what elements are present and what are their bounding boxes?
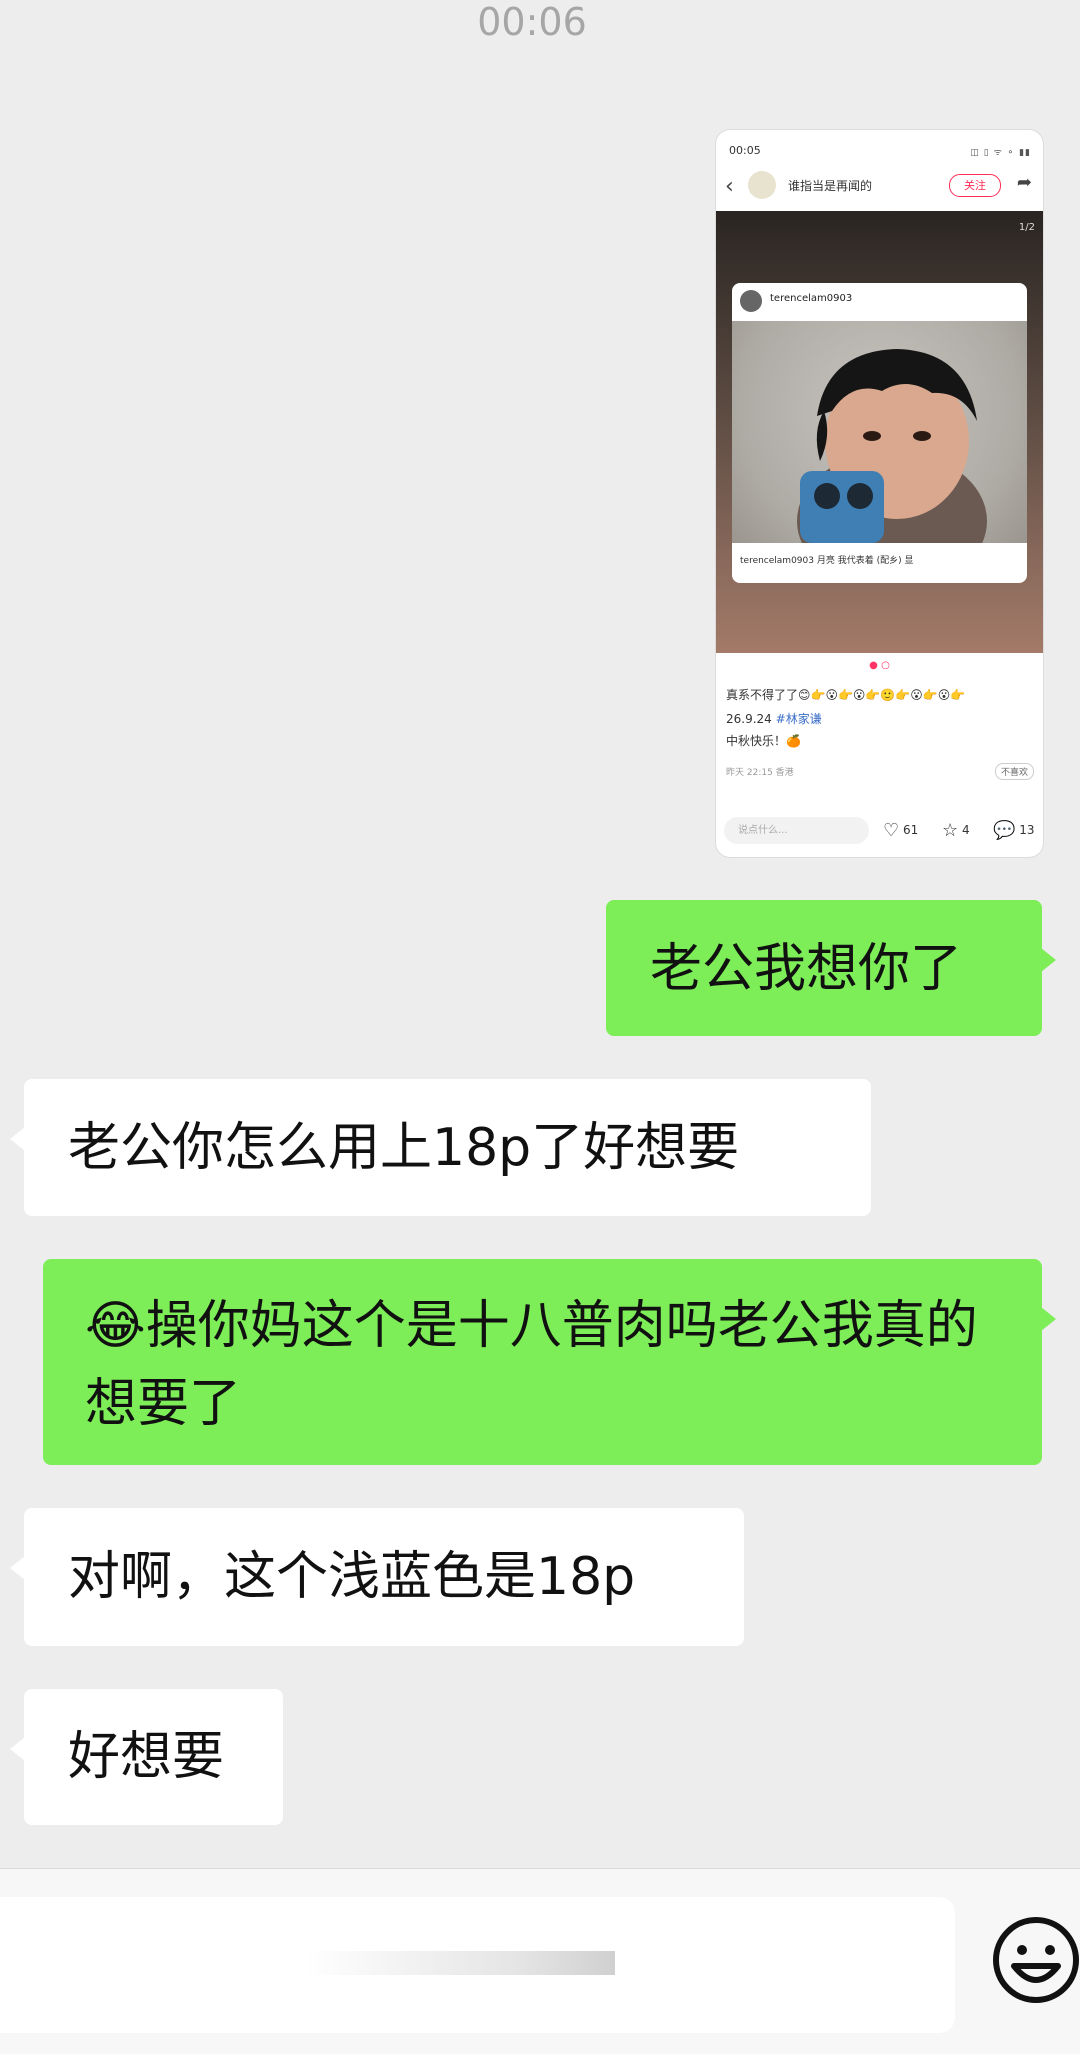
star-count-value: 4	[961, 823, 970, 837]
comment-count: 💬 13	[993, 820, 1035, 841]
comment-icon: 💬	[993, 820, 1016, 841]
instagram-username: terencelam0903	[770, 293, 853, 304]
star-icon: ☆	[942, 820, 959, 841]
message-text: 老公我想你了	[650, 939, 963, 999]
back-arrow-icon: ‹	[725, 174, 734, 199]
avatar	[740, 290, 762, 312]
chat-timestamp: 00:06	[477, 0, 587, 44]
message-bubble-outgoing[interactable]: 老公我想你了	[606, 900, 1056, 1036]
post-hashtag: #林家谦	[775, 712, 822, 726]
message-bubble-incoming[interactable]: 好想要	[10, 1689, 283, 1825]
message-bubble-outgoing[interactable]: 😂操你妈这个是十八普肉吗老公我真的想要了	[43, 1259, 1056, 1465]
star-count: ☆ 4	[942, 820, 970, 841]
follow-button: 关注	[949, 174, 1001, 197]
instagram-post-card: terencelam0903 terencelam0903 月亮 我代表着 (配…	[732, 283, 1027, 583]
screenshot-status-icons: ◫ ▯ ᯤ ⚬ ▮▮	[970, 148, 1031, 158]
post-text-line: 真系不得了了😊👉😮👉😮👉🙂👉😮👉😮👉	[726, 688, 966, 702]
screenshot-status-time: 00:05	[729, 144, 761, 157]
smiley-face-icon[interactable]	[990, 1914, 1080, 2006]
post-text-line: 26.9.24 #林家谦	[726, 710, 822, 727]
instagram-caption: terencelam0903 月亮 我代表着 (配乡) 显	[740, 556, 914, 566]
smiley-face-svg	[993, 1917, 1079, 2003]
not-interested-button: 不喜欢	[994, 763, 1034, 780]
comment-input: 说点什么...	[724, 817, 869, 844]
message-text: 老公你怎么用上18p了好想要	[68, 1118, 740, 1178]
like-count-value: 61	[902, 823, 919, 837]
post-meta: 昨天 22:15 香港	[726, 768, 794, 778]
post-text-line: 中秋快乐！🍊	[726, 734, 801, 748]
message-text: 好想要	[68, 1727, 225, 1787]
message-text: 对啊，这个浅蓝色是18p	[68, 1547, 636, 1607]
post-date: 26.9.24	[726, 712, 772, 726]
account-name: 谁指当是再闻的	[788, 179, 873, 193]
input-shade	[305, 1951, 615, 1975]
message-bubble-incoming[interactable]: 老公你怎么用上18p了好想要	[10, 1079, 871, 1216]
carousel-dots: ● ○	[869, 660, 890, 671]
media-counter: 1/2	[1018, 222, 1035, 233]
share-icon: ➦	[1016, 172, 1032, 193]
like-count: ♡ 61	[883, 820, 918, 841]
selfie-illustration	[797, 349, 987, 583]
message-text: 操你妈这个是十八普肉吗老公我真的想要了	[85, 1296, 978, 1434]
selfie-photo	[732, 321, 1027, 583]
message-bubble-incoming[interactable]: 对啊，这个浅蓝色是18p	[10, 1508, 744, 1646]
avatar	[748, 171, 776, 199]
laughing-crying-emoji-icon: 😂	[85, 1296, 146, 1356]
heart-icon: ♡	[883, 820, 900, 841]
shared-image-message[interactable]: 00:05 ◫ ▯ ᯤ ⚬ ▮▮ ‹ 谁指当是再闻的 关注 ➦ 1/2 tere…	[716, 130, 1043, 857]
post-media: 1/2 terencelam0903 terencelam0903 月亮 我代表…	[716, 211, 1043, 653]
comment-count-value: 13	[1019, 823, 1035, 837]
input-bar	[0, 1868, 1080, 2054]
